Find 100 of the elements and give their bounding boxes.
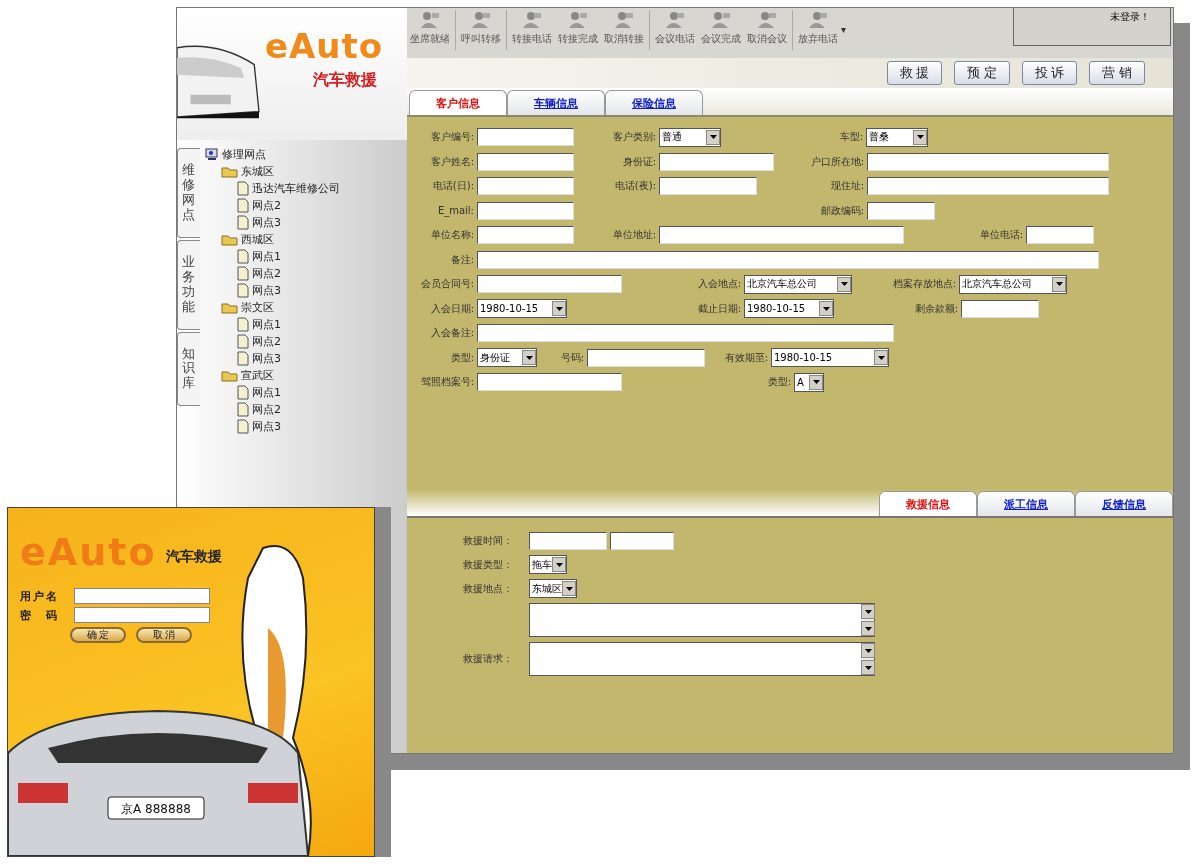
text-field[interactable] bbox=[867, 177, 1109, 196]
dropdown-field[interactable]: 北京汽车总公司 bbox=[744, 274, 852, 294]
side-tab[interactable]: 维修网点 bbox=[177, 148, 200, 238]
document-icon bbox=[237, 351, 249, 366]
text-field[interactable] bbox=[961, 299, 1039, 318]
toolbar-menu-button[interactable]: ▾ bbox=[841, 24, 847, 35]
caret-icon bbox=[916, 135, 924, 140]
tree-item[interactable]: 网点2 bbox=[252, 402, 281, 417]
action-button[interactable]: 预 定 bbox=[954, 61, 1010, 85]
tree-item[interactable]: 迅达汽车维修公司 bbox=[252, 181, 340, 196]
dropdown-field[interactable]: 拖车 bbox=[529, 555, 567, 574]
tree-item[interactable]: 修理网点 bbox=[222, 147, 266, 162]
license-plate: 京A 888888 bbox=[121, 802, 191, 816]
field-label: 单位名称: bbox=[429, 228, 475, 243]
dropdown-field[interactable]: 普桑 bbox=[866, 127, 928, 147]
toolbar-person-icon bbox=[756, 10, 778, 30]
caret-icon bbox=[709, 135, 717, 140]
document-icon bbox=[237, 249, 249, 264]
login-button[interactable]: 取 消 bbox=[136, 627, 192, 643]
tree-item[interactable]: 崇文区 bbox=[241, 300, 274, 315]
action-button[interactable]: 投 诉 bbox=[1021, 61, 1078, 85]
dropdown-field[interactable]: 1980-10-15 bbox=[771, 348, 889, 368]
dropdown-field[interactable]: A bbox=[794, 372, 824, 392]
text-area[interactable] bbox=[529, 603, 875, 637]
text-field[interactable] bbox=[659, 152, 774, 171]
tree-item[interactable]: 东城区 bbox=[241, 164, 274, 179]
toolbar-button[interactable]: 转接电话 bbox=[509, 10, 555, 46]
text-field[interactable] bbox=[74, 607, 210, 623]
text-field[interactable] bbox=[529, 532, 607, 550]
field-label: 救援地点： bbox=[463, 581, 514, 596]
caret-icon bbox=[864, 609, 872, 614]
dropdown-field[interactable]: 身份证 bbox=[477, 348, 537, 368]
login-button[interactable]: 确 定 bbox=[70, 627, 126, 643]
text-field[interactable] bbox=[1026, 226, 1094, 245]
field-label: 档案存放地点: bbox=[891, 277, 957, 292]
text-field[interactable] bbox=[867, 201, 935, 220]
text-field[interactable] bbox=[477, 128, 574, 147]
toolbar-button[interactable]: 会议完成 bbox=[698, 10, 744, 46]
toolbar-button[interactable]: 会议电话 bbox=[652, 10, 698, 46]
text-field[interactable] bbox=[477, 275, 622, 294]
folder-icon bbox=[221, 233, 238, 246]
dropdown-field[interactable]: 普通 bbox=[659, 127, 721, 147]
tree-item[interactable]: 网点3 bbox=[252, 215, 281, 230]
text-field[interactable] bbox=[867, 152, 1109, 171]
field-label: 现住址: bbox=[829, 179, 865, 194]
tree-item[interactable]: 网点2 bbox=[252, 266, 281, 281]
tree-item[interactable]: 网点3 bbox=[252, 351, 281, 366]
side-tab[interactable]: 知识库 bbox=[177, 331, 200, 407]
brand-logo: eAuto bbox=[20, 530, 157, 574]
text-field[interactable] bbox=[587, 348, 705, 367]
action-button[interactable]: 营 销 bbox=[1089, 61, 1145, 85]
dropdown-field[interactable]: 1980-10-15 bbox=[744, 299, 834, 319]
toolbar-button[interactable]: 取消转接 bbox=[601, 10, 647, 46]
tab[interactable]: 保险信息 bbox=[605, 90, 703, 115]
tree-item[interactable]: 网点3 bbox=[252, 283, 281, 298]
text-field[interactable] bbox=[74, 588, 210, 604]
tree-item[interactable]: 网点1 bbox=[252, 317, 281, 332]
dropdown-field[interactable]: 北京汽车总公司 bbox=[959, 274, 1067, 294]
text-field[interactable] bbox=[477, 201, 574, 220]
dropdown-field[interactable]: 东城区 bbox=[529, 579, 577, 598]
toolbar-button[interactable]: 呼叫转移 bbox=[458, 10, 504, 46]
caret-icon bbox=[1055, 282, 1063, 287]
text-field[interactable] bbox=[659, 177, 757, 196]
brand-logo: eAuto bbox=[265, 26, 384, 66]
text-area[interactable] bbox=[529, 642, 875, 676]
text-field[interactable] bbox=[477, 324, 894, 343]
field-label: 入会备注: bbox=[429, 326, 475, 341]
tree-item[interactable]: 宣武区 bbox=[241, 368, 274, 383]
text-field[interactable] bbox=[610, 532, 674, 550]
tab[interactable]: 车辆信息 bbox=[507, 90, 605, 115]
side-tab[interactable]: 业务功能 bbox=[177, 239, 200, 330]
tab[interactable]: 反馈信息 bbox=[1075, 491, 1173, 516]
tree-item[interactable]: 网点2 bbox=[252, 198, 281, 213]
tree-item[interactable]: 网点1 bbox=[252, 385, 281, 400]
toolbar-person-icon bbox=[807, 10, 829, 30]
dropdown-field[interactable]: 1980-10-15 bbox=[477, 299, 567, 319]
toolbar-button[interactable]: 取消会议 bbox=[744, 10, 790, 46]
tab[interactable]: 派工信息 bbox=[977, 491, 1075, 516]
field-label: 入会地点: bbox=[696, 277, 742, 292]
tab[interactable]: 客户信息 bbox=[409, 90, 507, 115]
text-field[interactable] bbox=[659, 226, 904, 245]
text-field[interactable] bbox=[477, 152, 574, 171]
tree-item[interactable]: 西城区 bbox=[241, 232, 274, 247]
document-icon bbox=[237, 181, 249, 196]
tree-item[interactable]: 网点1 bbox=[252, 249, 281, 264]
tab[interactable]: 救援信息 bbox=[879, 491, 977, 516]
logo-tagline: 汽车救援 bbox=[166, 548, 222, 566]
text-field[interactable] bbox=[477, 250, 1099, 269]
folder-icon bbox=[221, 165, 238, 178]
field-label: 类型: bbox=[766, 375, 792, 390]
text-field[interactable] bbox=[477, 226, 574, 245]
tree-item[interactable]: 网点3 bbox=[252, 419, 281, 434]
toolbar-button[interactable]: 放弃电话 bbox=[795, 10, 841, 46]
action-button[interactable]: 救 援 bbox=[886, 61, 943, 85]
text-field[interactable] bbox=[477, 373, 622, 392]
network-icon bbox=[205, 148, 219, 161]
text-field[interactable] bbox=[477, 177, 574, 196]
toolbar-button[interactable]: 坐席就绪 bbox=[407, 10, 453, 46]
tree-item[interactable]: 网点2 bbox=[252, 334, 281, 349]
toolbar-button[interactable]: 转接完成 bbox=[555, 10, 601, 46]
